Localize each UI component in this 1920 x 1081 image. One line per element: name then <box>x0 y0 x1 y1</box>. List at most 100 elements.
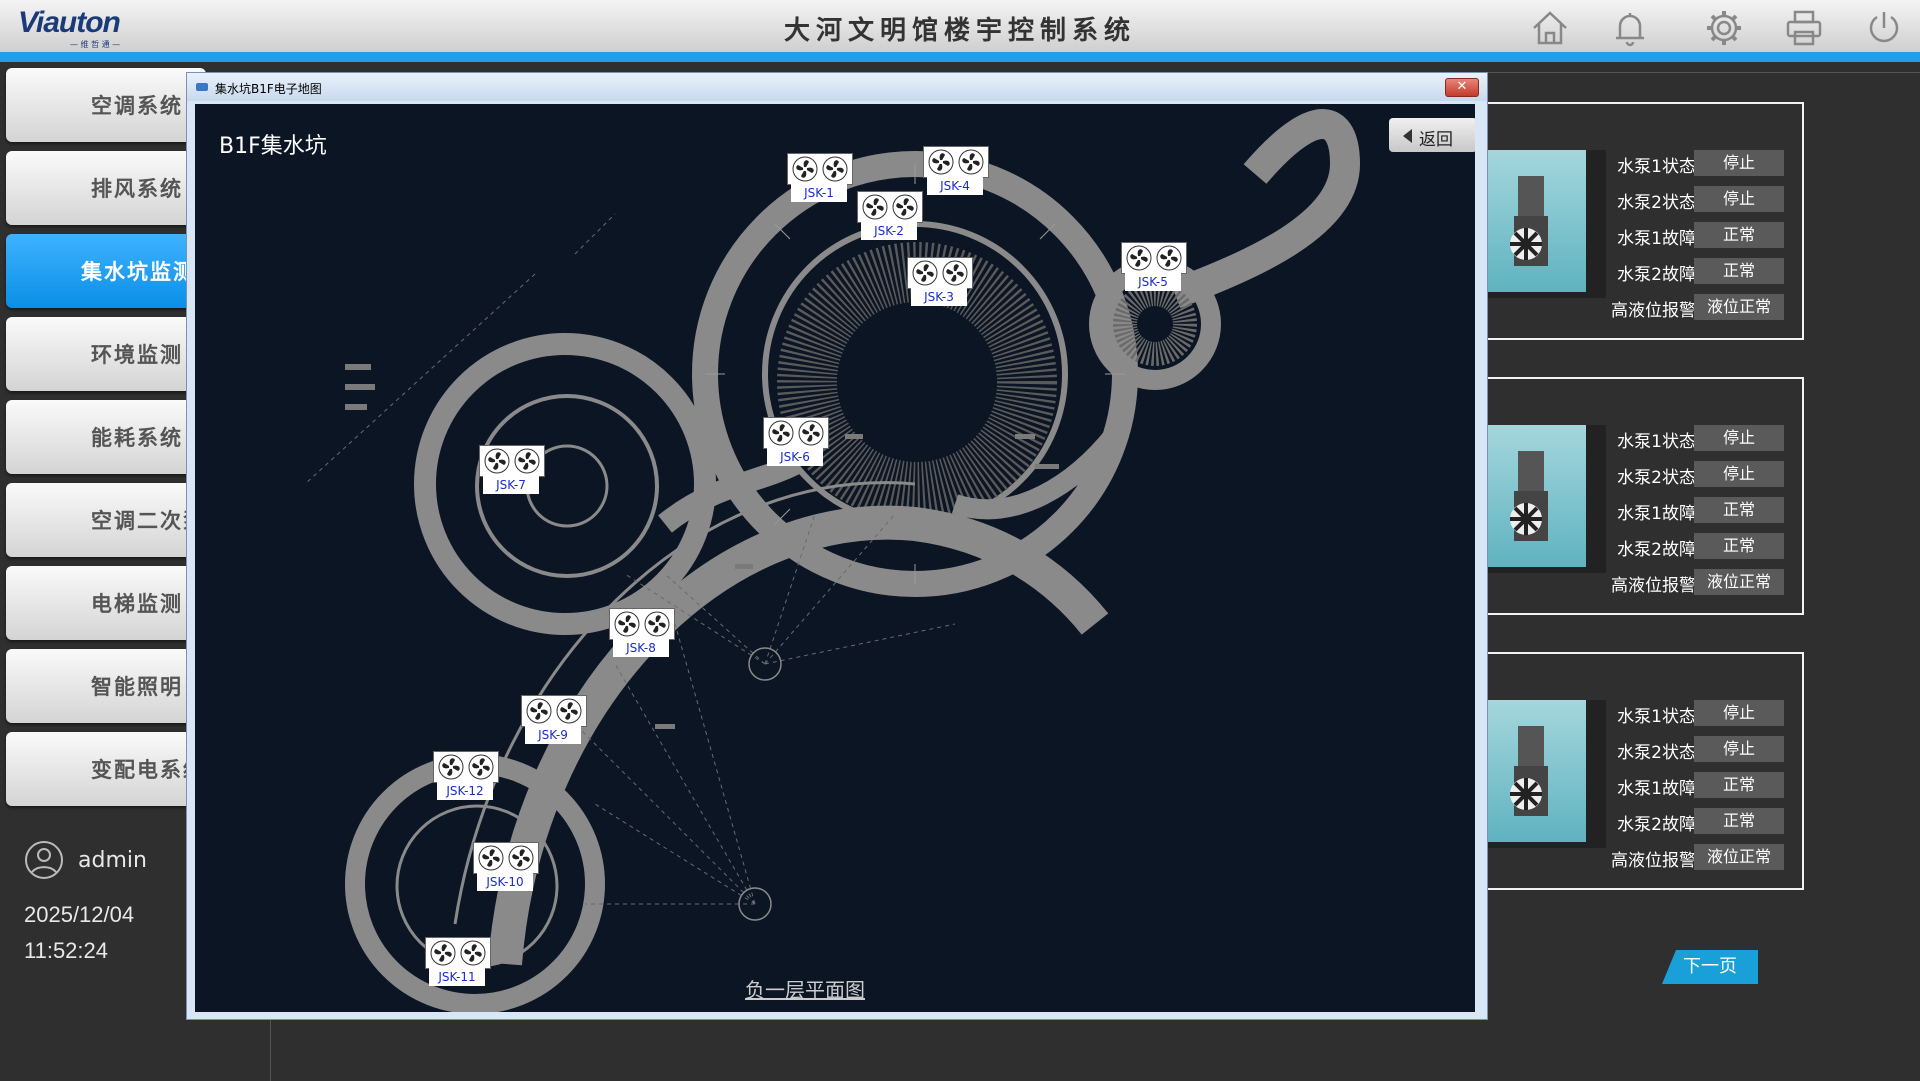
fan-icon <box>928 149 954 175</box>
pump1-fault-label: 水泵1故障 <box>1617 779 1696 799</box>
pump1-status-label: 水泵1状态 <box>1617 432 1696 452</box>
sump-marker-jsk-3[interactable]: JSK-3 <box>907 257 973 309</box>
pump-icon <box>1510 726 1548 816</box>
sidebar-item-sump-monitoring[interactable]: 集水坑监测 <box>6 234 206 308</box>
header-accent-bar <box>0 52 1920 62</box>
marker-label: JSK-10 <box>477 873 533 891</box>
fan-icon <box>912 260 938 286</box>
sidebar-item-exhaust[interactable]: 排风系统 <box>6 151 206 225</box>
pump1-status-value: 停止 <box>1694 425 1784 451</box>
sump-marker-jsk-5[interactable]: JSK-5 <box>1121 242 1187 294</box>
user-info: admin <box>24 840 147 884</box>
current-time: 11:52:24 <box>24 938 109 963</box>
back-button[interactable]: 返回 <box>1389 118 1475 152</box>
fan-icon <box>514 448 540 474</box>
pump1-status-value: 停止 <box>1694 700 1784 726</box>
marker-label: JSK-1 <box>791 184 847 202</box>
marker-label: JSK-3 <box>911 288 967 306</box>
sump-marker-jsk-6[interactable]: JSK-6 <box>763 417 829 469</box>
marker-label: JSK-7 <box>483 476 539 494</box>
pump-icon <box>1510 451 1548 541</box>
sidebar-item-label: 排风系统 <box>91 176 183 201</box>
fan-icon <box>614 611 640 637</box>
fan-icon <box>460 940 486 966</box>
current-date: 2025/12/04 <box>24 902 135 927</box>
marker-label: JSK-9 <box>525 726 581 744</box>
pump-image <box>1486 425 1606 573</box>
pump2-status-label: 水泵2状态 <box>1617 468 1696 488</box>
high-level-alarm-value: 液位正常 <box>1694 569 1784 595</box>
sump-marker-jsk-1[interactable]: JSK-1 <box>787 153 853 205</box>
marker-label: JSK-6 <box>767 448 823 466</box>
fan-icon <box>862 194 888 220</box>
high-level-alarm-label: 高液位报警 <box>1611 576 1696 596</box>
sidebar-item-lighting[interactable]: 智能照明 <box>6 649 206 723</box>
marker-label: JSK-5 <box>1125 273 1181 291</box>
sidebar-item-energy[interactable]: 能耗系统 <box>6 400 206 474</box>
sump-marker-jsk-12[interactable]: JSK-12 <box>433 751 499 803</box>
close-button[interactable]: ✕ <box>1445 78 1479 97</box>
fan-icon <box>958 149 984 175</box>
pump2-status-value: 停止 <box>1694 736 1784 762</box>
sump-marker-jsk-10[interactable]: JSK-10 <box>473 842 539 894</box>
dialog-title-bar[interactable]: 集水坑B1F电子地图 ✕ <box>187 73 1487 101</box>
fan-icon <box>556 698 582 724</box>
pump1-fault-label: 水泵1故障 <box>1617 504 1696 524</box>
sump-marker-jsk-11[interactable]: JSK-11 <box>425 937 491 989</box>
fan-icon <box>768 420 794 446</box>
sump-marker-jsk-9[interactable]: JSK-9 <box>521 695 587 747</box>
sidebar-item-label: 智能照明 <box>91 674 183 699</box>
printer-icon[interactable] <box>1784 8 1824 48</box>
sidebar-item-label: 能耗系统 <box>91 425 183 450</box>
fan-icons <box>1121 242 1187 274</box>
pump2-fault-label: 水泵2故障 <box>1617 265 1696 285</box>
high-level-alarm-label: 高液位报警 <box>1611 301 1696 321</box>
sidebar-item-secondary-pump[interactable]: 空调二次泵 <box>6 483 206 557</box>
fan-icon <box>644 611 670 637</box>
fan-icons <box>763 417 829 449</box>
bell-icon[interactable] <box>1610 8 1650 48</box>
home-icon[interactable] <box>1530 8 1570 48</box>
fan-icon <box>430 940 456 966</box>
next-page-button[interactable]: 下一页 <box>1662 950 1758 984</box>
sidebar-item-power-distribution[interactable]: 变配电系统 <box>6 732 206 806</box>
dialog-title: 集水坑B1F电子地图 <box>215 82 322 96</box>
pump-image <box>1486 150 1606 298</box>
floor-plan-map: B1F集水坑 返回 负一层平面图 JSK-1 JSK-2 JSK-3 JSK-4… <box>195 104 1475 1012</box>
user-avatar-icon <box>25 841 63 879</box>
marker-label: JSK-8 <box>613 639 669 657</box>
sidebar-item-environment[interactable]: 环境监测 <box>6 317 206 391</box>
sump-marker-jsk-4[interactable]: JSK-4 <box>923 146 989 198</box>
pump2-status-label: 水泵2状态 <box>1617 743 1696 763</box>
window-icon <box>196 83 208 91</box>
sump-marker-jsk-7[interactable]: JSK-7 <box>479 445 545 497</box>
pump1-fault-value: 正常 <box>1694 497 1784 523</box>
fan-icon <box>526 698 552 724</box>
sidebar-item-label: 空调系统 <box>91 93 183 118</box>
fan-icons <box>787 153 853 185</box>
pump1-status-value: 停止 <box>1694 150 1784 176</box>
sidebar-item-elevator[interactable]: 电梯监测 <box>6 566 206 640</box>
fan-icon <box>468 754 494 780</box>
fan-icon <box>792 156 818 182</box>
fan-icons <box>857 191 923 223</box>
pump1-status-label: 水泵1状态 <box>1617 707 1696 727</box>
sump-marker-jsk-2[interactable]: JSK-2 <box>857 191 923 243</box>
gear-icon[interactable] <box>1704 8 1744 48</box>
fan-icons <box>425 937 491 969</box>
pump2-status-label: 水泵2状态 <box>1617 193 1696 213</box>
fan-icon <box>1126 245 1152 271</box>
sidebar-item-label: 环境监测 <box>91 342 183 367</box>
sidebar-item-air-conditioning[interactable]: 空调系统 <box>6 68 206 142</box>
fan-icons <box>473 842 539 874</box>
high-level-alarm-label: 高液位报警 <box>1611 851 1696 871</box>
pump2-fault-value: 正常 <box>1694 808 1784 834</box>
fan-icon <box>1156 245 1182 271</box>
power-icon[interactable] <box>1864 8 1904 48</box>
sump-marker-jsk-8[interactable]: JSK-8 <box>609 608 675 660</box>
pump-image <box>1486 700 1606 848</box>
back-button-label: 返回 <box>1419 130 1453 150</box>
high-level-alarm-value: 液位正常 <box>1694 294 1784 320</box>
pump1-fault-value: 正常 <box>1694 222 1784 248</box>
fan-icons <box>907 257 973 289</box>
